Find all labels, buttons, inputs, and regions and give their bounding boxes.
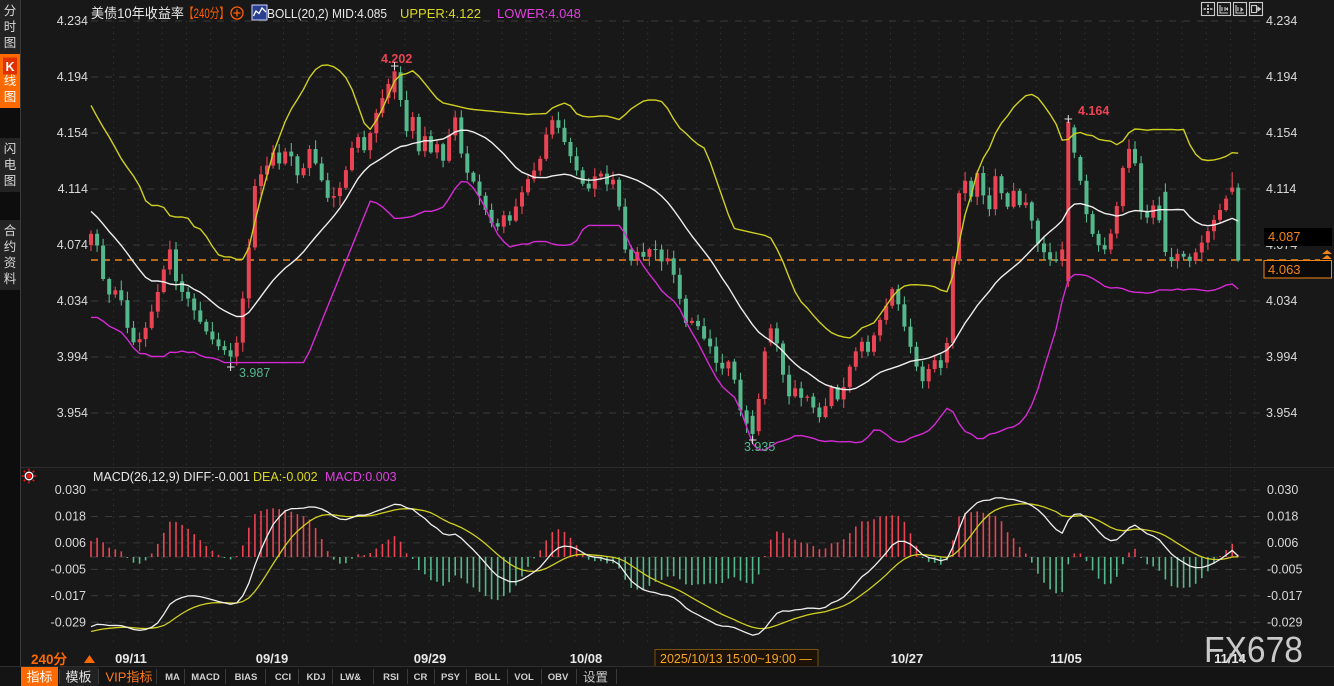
svg-text:4.114: 4.114	[1266, 182, 1296, 196]
svg-text:3.994: 3.994	[1266, 350, 1297, 364]
svg-text:设置: 设置	[583, 670, 608, 685]
svg-text:-0.017: -0.017	[1267, 589, 1302, 603]
svg-text:MA: MA	[165, 672, 180, 683]
svg-text:4.164: 4.164	[1078, 104, 1109, 118]
svg-text:4.202: 4.202	[381, 52, 412, 66]
svg-text:电: 电	[4, 158, 17, 172]
svg-text:指标: 指标	[26, 670, 52, 685]
svg-text:-0.017: -0.017	[51, 589, 86, 603]
svg-text:4.194: 4.194	[1266, 70, 1297, 84]
svg-text:模板: 模板	[65, 670, 91, 685]
svg-text:0.030: 0.030	[1267, 483, 1298, 497]
svg-text:VIP指标: VIP指标	[106, 670, 153, 685]
svg-text:10/27: 10/27	[891, 651, 924, 666]
svg-text:美债10年收益率: 美债10年收益率	[91, 5, 184, 21]
svg-text:RSI: RSI	[383, 672, 399, 683]
svg-text:4.087: 4.087	[1268, 229, 1301, 244]
svg-text:MACD: MACD	[191, 672, 220, 683]
svg-text:4.154: 4.154	[1266, 126, 1297, 140]
svg-text:3.954: 3.954	[57, 406, 88, 420]
svg-text:-0.005: -0.005	[1267, 562, 1302, 576]
svg-text:3.987: 3.987	[239, 366, 270, 380]
svg-text:0.030: 0.030	[55, 483, 86, 497]
svg-text:OBV: OBV	[548, 672, 569, 683]
svg-text:KDJ: KDJ	[306, 672, 325, 683]
svg-text:-0.029: -0.029	[1267, 615, 1302, 629]
svg-text:3.954: 3.954	[1266, 406, 1297, 420]
svg-text:3.994: 3.994	[57, 350, 88, 364]
svg-text:4.114: 4.114	[58, 182, 88, 196]
svg-text:VOL: VOL	[514, 672, 534, 683]
svg-text:约: 约	[4, 239, 17, 254]
svg-text:0.006: 0.006	[1267, 536, 1298, 550]
svg-text:3.935: 3.935	[744, 440, 775, 454]
svg-text:0.006: 0.006	[55, 536, 86, 550]
svg-text:0.018: 0.018	[55, 509, 86, 523]
svg-text:闪: 闪	[4, 142, 17, 156]
svg-text:合: 合	[4, 223, 17, 238]
svg-text:K: K	[5, 60, 14, 74]
svg-text:0.018: 0.018	[1267, 509, 1298, 523]
svg-text:时: 时	[4, 20, 17, 34]
svg-text:料: 料	[4, 272, 17, 286]
svg-text:240分: 240分	[31, 652, 68, 667]
svg-text:MACD(26,12,9) DIFF:-0.001: MACD(26,12,9) DIFF:-0.001	[93, 470, 250, 484]
svg-text:UPPER:4.122: UPPER:4.122	[400, 6, 481, 21]
svg-text:4.074: 4.074	[57, 238, 88, 252]
svg-text:BOLL: BOLL	[475, 672, 501, 683]
svg-text:4.034: 4.034	[57, 294, 88, 308]
svg-text:11/05: 11/05	[1050, 651, 1082, 666]
svg-text:-0.005: -0.005	[51, 562, 86, 576]
svg-text:CR: CR	[414, 672, 428, 683]
svg-text:图: 图	[4, 90, 17, 104]
svg-text:09/11: 09/11	[115, 651, 147, 666]
svg-text:CCI: CCI	[275, 672, 291, 683]
svg-text:DEA:-0.002: DEA:-0.002	[253, 470, 318, 484]
svg-text:09/29: 09/29	[414, 651, 447, 666]
svg-text:4.063: 4.063	[1268, 262, 1301, 277]
svg-text:MACD:0.003: MACD:0.003	[325, 470, 397, 484]
svg-text:09/19: 09/19	[256, 651, 289, 666]
svg-text:4.034: 4.034	[1266, 294, 1297, 308]
svg-text:资: 资	[4, 256, 17, 270]
svg-text:BOLL(20,2) MID:4.085: BOLL(20,2) MID:4.085	[267, 6, 387, 21]
svg-text:图: 图	[4, 36, 17, 50]
svg-text:PSY: PSY	[441, 672, 461, 683]
svg-text:4.234: 4.234	[57, 14, 88, 28]
svg-text:10/08: 10/08	[570, 651, 603, 666]
svg-text:4.234: 4.234	[1266, 14, 1297, 28]
svg-text:-0.029: -0.029	[51, 615, 86, 629]
svg-text:FX678: FX678	[1204, 629, 1303, 670]
svg-text:4.154: 4.154	[57, 126, 88, 140]
svg-text:图: 图	[4, 174, 17, 188]
svg-text:【240分】: 【240分】	[184, 6, 229, 21]
svg-text:线: 线	[4, 74, 17, 88]
svg-text:BIAS: BIAS	[235, 672, 258, 683]
svg-text:4.194: 4.194	[57, 70, 88, 84]
svg-text:LW&: LW&	[340, 672, 361, 683]
svg-text:分: 分	[4, 4, 17, 18]
svg-text:LOWER:4.048: LOWER:4.048	[497, 6, 581, 21]
svg-text:2025/10/13 15:00~19:00 —: 2025/10/13 15:00~19:00 —	[660, 652, 812, 666]
